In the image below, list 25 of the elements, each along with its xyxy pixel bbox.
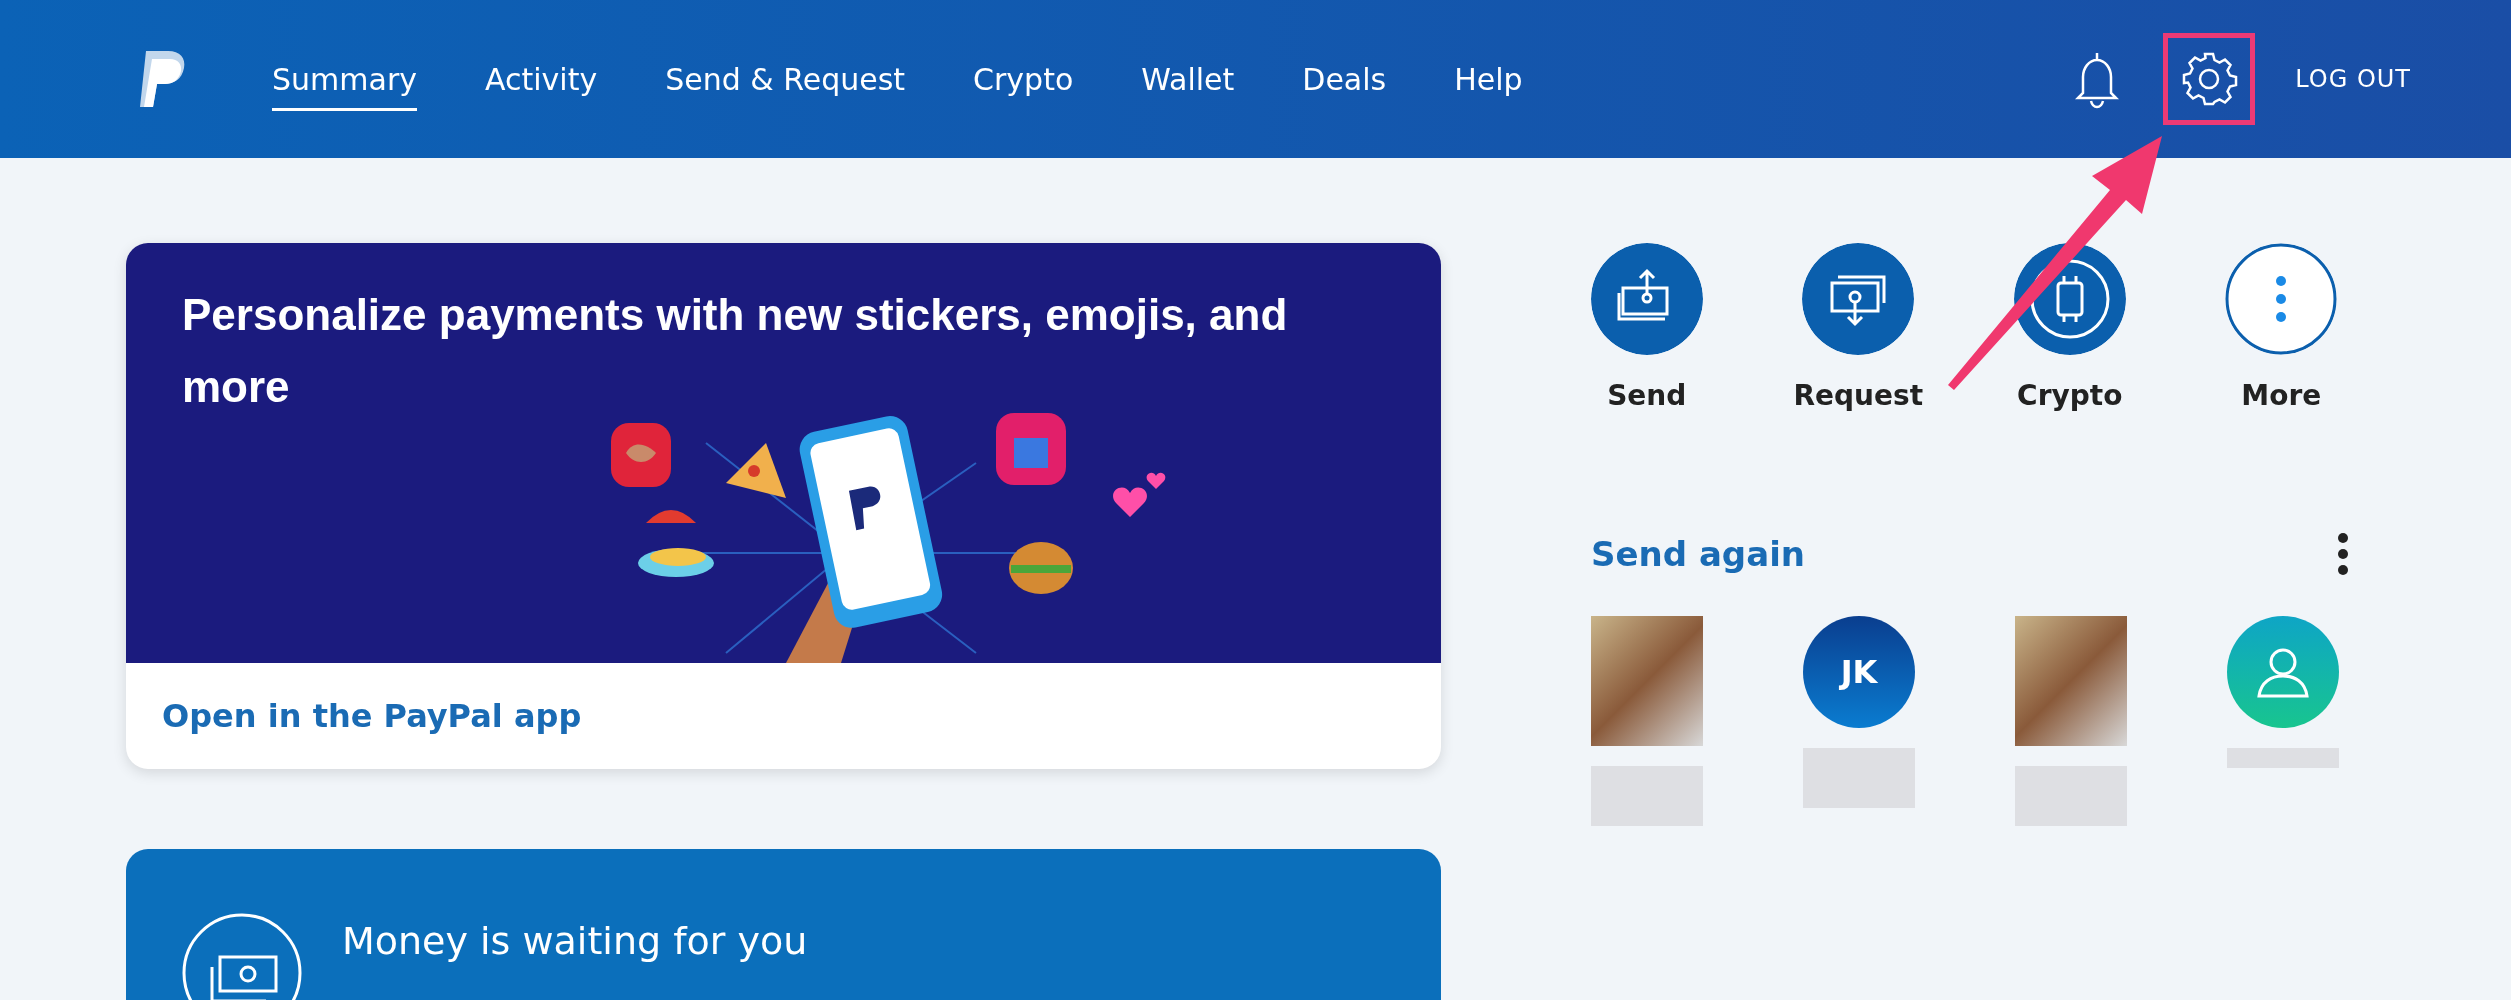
logout-button[interactable]: LOG OUT — [2295, 65, 2411, 93]
settings-button[interactable] — [2163, 33, 2256, 125]
nav-tab[interactable]: Crypto — [939, 47, 1108, 111]
nav-tab[interactable]: Activity — [451, 47, 632, 111]
contact-initials[interactable]: JK — [1803, 616, 1915, 728]
nav-tab[interactable]: Wallet — [1107, 47, 1269, 111]
request-money-icon — [1802, 243, 1915, 355]
action-button[interactable]: Send — [1577, 243, 1717, 412]
settings-icon — [2180, 50, 2239, 108]
money-waiting-text: Money is waiting for you — [342, 919, 808, 963]
blurred-avatar[interactable] — [2015, 616, 2127, 746]
action-button[interactable]: Request — [1788, 243, 1928, 412]
blurred-avatar[interactable] — [1591, 616, 1703, 746]
nav-tab[interactable]: Send & Request — [631, 47, 940, 111]
send-money-icon — [1590, 243, 1703, 355]
more-icon — [2225, 243, 2338, 355]
cash-icon — [182, 913, 302, 1000]
more-options-icon[interactable] — [2335, 532, 2351, 576]
nav-tab[interactable]: Summary — [238, 47, 451, 111]
send-again-heading: Send again — [1591, 534, 1805, 574]
promo-title: Personalize payments with new stickers, emojis, and more — [182, 289, 1289, 413]
nav-tab[interactable]: Deals — [1268, 47, 1421, 111]
action-button[interactable]: More — [2211, 243, 2351, 412]
nav-tab[interactable]: Help — [1420, 47, 1557, 111]
open-app-link[interactable]: Open in the PayPal app — [126, 663, 1441, 769]
